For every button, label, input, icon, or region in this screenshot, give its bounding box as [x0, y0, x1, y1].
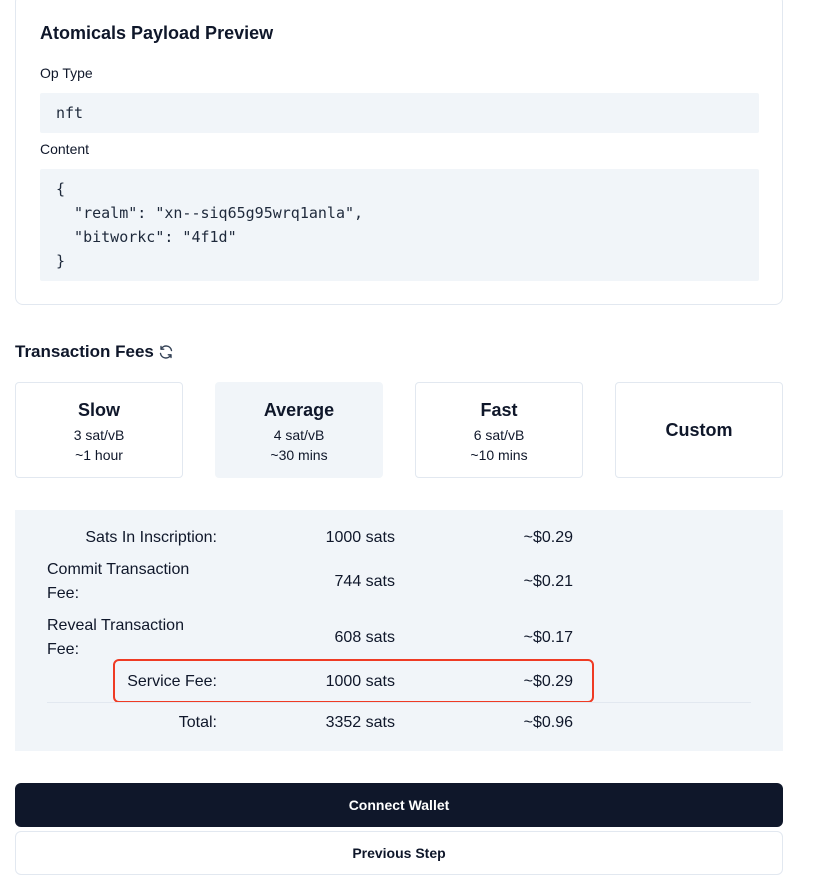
fee-option-rate: 3 sat/vB: [73, 427, 125, 443]
fee-option-name: Slow: [77, 400, 120, 420]
summary-label: Sats In Inscription:: [85, 529, 217, 546]
summary-label: Service Fee:: [127, 673, 217, 690]
fee-option-name: Custom: [665, 420, 733, 440]
fee-option-custom[interactable]: Custom: [615, 382, 783, 478]
summary-usd: ~$0.29: [523, 529, 573, 546]
summary-sats: 608 sats: [334, 629, 395, 646]
fee-option-rate: 6 sat/vB: [473, 427, 525, 443]
summary-sats: 744 sats: [334, 573, 395, 590]
fee-option-time: ~10 mins: [470, 447, 528, 463]
summary-total-label: Total:: [178, 714, 217, 731]
op-type-value: nft: [40, 93, 759, 133]
payload-preview-title: Atomicals Payload Preview: [40, 23, 274, 43]
content-line: "realm": "xn--siq65g95wrq1anla",: [56, 204, 364, 222]
previous-step-button[interactable]: Previous Step: [15, 831, 783, 875]
content-line: {: [56, 180, 66, 198]
content-line: "bitworkc": "4f1d": [56, 228, 237, 246]
content-line: }: [56, 252, 66, 270]
fee-option-name: Average: [263, 400, 335, 420]
fee-option-average[interactable]: Average 4 sat/vB ~30 mins: [215, 382, 383, 478]
transaction-fees-heading: Transaction Fees: [15, 342, 174, 362]
fee-option-rate: 4 sat/vB: [273, 427, 325, 443]
fee-option-slow[interactable]: Slow 3 sat/vB ~1 hour: [15, 382, 183, 478]
connect-wallet-button[interactable]: Connect Wallet: [15, 783, 783, 827]
summary-total-usd: ~$0.96: [523, 714, 573, 731]
content-label: Content: [40, 141, 90, 157]
summary-total-sats: 3352 sats: [325, 714, 395, 731]
refresh-icon[interactable]: [158, 344, 174, 360]
summary-label: Commit Transaction Fee:: [47, 561, 190, 602]
transaction-fees-title: Transaction Fees: [15, 342, 154, 361]
summary-sats: 1000 sats: [325, 673, 395, 690]
summary-divider: [47, 702, 751, 703]
fee-option-time: ~30 mins: [270, 447, 328, 463]
fee-option-time: ~1 hour: [75, 447, 123, 463]
summary-usd: ~$0.29: [523, 673, 573, 690]
summary-sats: 1000 sats: [325, 529, 395, 546]
op-type-label: Op Type: [40, 65, 93, 81]
summary-usd: ~$0.17: [523, 629, 573, 646]
payload-preview-card: Atomicals Payload Preview Op Type nft Co…: [15, 0, 783, 305]
summary-label: Reveal Transaction Fee:: [47, 617, 184, 658]
fee-option-name: Fast: [480, 400, 518, 420]
summary-usd: ~$0.21: [523, 573, 573, 590]
content-code-block: { "realm": "xn--siq65g95wrq1anla", "bitw…: [40, 169, 759, 281]
fee-option-fast[interactable]: Fast 6 sat/vB ~10 mins: [415, 382, 583, 478]
fee-summary-panel: Sats In Inscription: 1000 sats ~$0.29 Co…: [15, 510, 783, 751]
